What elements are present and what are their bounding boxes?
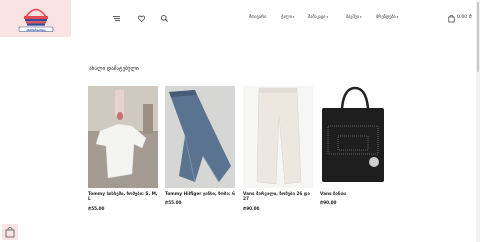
logo-text: ანამარიამდე	[26, 28, 46, 32]
chevron-down-icon: ▾	[292, 15, 295, 19]
product-name[interactable]: Tommy სისხეში, ზომები: S, M, L	[88, 192, 158, 203]
product-price: ₾90.00	[320, 200, 337, 206]
product-image[interactable]	[320, 86, 390, 188]
scrollbar-thumb[interactable]	[477, 2, 479, 72]
product-card[interactable]: Vans შარვალი, ზომები 26 და 27 ₾90.00	[243, 86, 313, 212]
product-name[interactable]: Vans ჩანთა	[320, 192, 390, 197]
product-price: ₾55.00	[165, 200, 182, 206]
chevron-down-icon: ▾	[326, 15, 328, 19]
search-icon[interactable]	[160, 14, 169, 23]
product-card[interactable]: Tommy Hilfiger ჯინსი, ზომა: 6 ₾55.00	[165, 86, 235, 206]
logo[interactable]: ანამარიამდე	[0, 0, 71, 37]
product-card[interactable]: Vans ჩანთა ₾90.00	[320, 86, 390, 206]
product-card[interactable]: Tommy სისხეში, ზომები: S, M, L ₾55.00	[88, 86, 158, 212]
product-name[interactable]: Tommy Hilfiger ჯინსი, ზომა: 6	[165, 192, 235, 197]
menu-icon[interactable]	[112, 14, 121, 23]
product-image[interactable]	[88, 86, 158, 188]
heart-icon[interactable]	[137, 14, 146, 23]
chevron-down-icon: ▾	[396, 15, 399, 19]
product-image[interactable]	[243, 86, 313, 188]
product-price: ₾90.00	[243, 205, 260, 211]
cart-icon[interactable]	[447, 14, 456, 23]
cart-total[interactable]: 0.00 ₾	[457, 14, 472, 20]
nav-item-brands[interactable]: ბრენდები▾	[376, 14, 398, 19]
product-name[interactable]: Vans შარვალი, ზომები 26 და 27	[243, 192, 313, 203]
nav-item-home[interactable]: მთავარი	[249, 14, 266, 19]
floating-bag-button[interactable]	[2, 224, 18, 240]
bag-icon	[5, 227, 15, 238]
chevron-down-icon: ▾	[359, 15, 362, 19]
nav-item-women[interactable]: ქალი▾	[281, 14, 294, 19]
scrollbar[interactable]	[476, 0, 480, 242]
nav-item-kids[interactable]: ბავშვი▾	[346, 14, 361, 19]
nav-item-men[interactable]: მამაკაცი▾	[308, 14, 328, 19]
product-price: ₾55.00	[88, 205, 105, 211]
section-title: ახალი დამატებული	[89, 66, 139, 72]
product-image[interactable]	[165, 86, 235, 188]
